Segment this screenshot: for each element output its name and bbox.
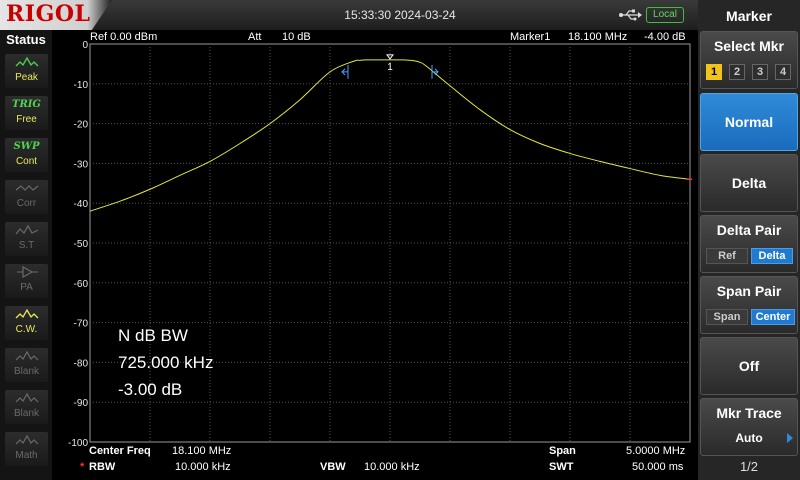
rbw-label: RBW <box>89 461 116 473</box>
swp-symbol: SWP <box>13 141 40 152</box>
y-tick-label: -50 <box>74 239 89 250</box>
span-value: 5.0000 MHz <box>626 445 686 457</box>
delta-pair-label: Delta Pair <box>716 222 782 238</box>
delta-pair-button[interactable]: Delta Pair Ref Delta <box>700 215 798 273</box>
marker-3-option[interactable]: 3 <box>752 64 768 80</box>
triangle-right-icon <box>787 433 793 443</box>
peak-icon <box>5 54 48 72</box>
plot-footer: Center Freq 18.100 MHz Span 5.0000 MHz *… <box>60 443 698 480</box>
st-icon <box>5 222 48 240</box>
swt-label: SWT <box>549 461 574 473</box>
brand-logo: RIGOL <box>0 0 112 30</box>
select-mkr-label: Select Mkr <box>713 38 785 54</box>
marker-2-option[interactable]: 2 <box>729 64 745 80</box>
ndb-title: N dB BW <box>118 326 188 345</box>
status-corr-label: Corr <box>16 198 37 209</box>
mkr-trace-label: Mkr Trace <box>716 405 782 421</box>
status-cw[interactable]: C.W. <box>5 306 48 340</box>
swt-value: 50.000 ms <box>632 461 684 473</box>
rbw-manual-indicator: * <box>80 461 85 473</box>
status-blank-1-label: Blank <box>13 366 39 377</box>
status-st-label: S.T <box>18 240 35 251</box>
vbw-label: VBW <box>320 461 346 473</box>
select-mkr-button[interactable]: Select Mkr 1 2 3 4 <box>700 31 798 89</box>
ndb-bandwidth-value: 725.000 kHz <box>118 353 214 372</box>
normal-label: Normal <box>724 114 774 130</box>
delta-label: Delta <box>731 175 767 191</box>
menu-page-indicator: 1/2 <box>739 459 759 474</box>
status-title: Status <box>6 32 46 47</box>
status-peak-label: Peak <box>15 72 38 83</box>
date-time: 15:33:30 2024-03-24 <box>344 8 456 22</box>
span-pair-span-option[interactable]: Span <box>706 309 748 325</box>
span-pair-button[interactable]: Span Pair Span Center <box>700 276 798 334</box>
y-tick-label: 0 <box>82 40 88 51</box>
status-swp[interactable]: SWP Cont <box>5 138 48 172</box>
normal-button[interactable]: Normal <box>700 93 798 151</box>
center-freq-value: 18.100 MHz <box>172 445 232 457</box>
ndb-level-value: -3.00 dB <box>118 380 183 399</box>
status-math-label: Math <box>15 450 38 461</box>
y-tick-label: -70 <box>74 319 89 330</box>
status-cw-label: C.W. <box>15 324 38 335</box>
local-status-badge: Local <box>646 7 684 23</box>
status-panel: Status Peak TRIG Free SWP Cont Corr S.T … <box>0 30 52 480</box>
span-pair-center-option[interactable]: Center <box>751 309 795 325</box>
status-st[interactable]: S.T <box>5 222 48 256</box>
delta-pair-ref-option[interactable]: Ref <box>706 248 748 264</box>
span-label: Span <box>549 445 576 457</box>
pa-icon <box>5 264 48 282</box>
y-tick-label: -10 <box>74 80 89 91</box>
status-trig-label: Free <box>16 114 37 125</box>
rbw-value: 10.000 kHz <box>175 461 231 473</box>
y-tick-label: -20 <box>74 120 89 131</box>
corr-icon <box>5 180 48 198</box>
status-blank-1[interactable]: Blank <box>5 348 48 382</box>
cw-icon <box>5 306 48 324</box>
delta-button[interactable]: Delta <box>700 154 798 212</box>
status-blank-2[interactable]: Blank <box>5 390 48 424</box>
menu-title: Marker <box>726 8 772 24</box>
status-blank-2-label: Blank <box>13 408 39 419</box>
status-corr[interactable]: Corr <box>5 180 48 214</box>
blank-icon <box>5 348 48 366</box>
status-swp-label: Cont <box>15 156 38 167</box>
y-tick-label: -30 <box>74 159 89 170</box>
status-trig[interactable]: TRIG Free <box>5 96 48 130</box>
y-tick-label: -40 <box>74 199 89 210</box>
status-peak[interactable]: Peak <box>5 54 48 88</box>
off-button[interactable]: Off <box>700 337 798 395</box>
vbw-value: 10.000 kHz <box>364 461 420 473</box>
status-pa[interactable]: PA <box>5 264 48 298</box>
status-pa-label: PA <box>20 282 33 293</box>
status-math[interactable]: Math <box>5 432 48 466</box>
marker-1-option[interactable]: 1 <box>706 64 722 80</box>
mkr-trace-value: Auto <box>735 431 763 445</box>
center-freq-label: Center Freq <box>89 445 151 457</box>
y-tick-label: -90 <box>74 398 89 409</box>
marker-4-option[interactable]: 4 <box>775 64 791 80</box>
math-icon <box>5 432 48 450</box>
marker-menu: Marker Select Mkr 1 2 3 4 Normal Delta D… <box>698 0 800 480</box>
ndb-bandwidth-readout: N dB BW 725.000 kHz -3.00 dB <box>118 322 213 403</box>
brand-logo-text: RIGOL <box>6 1 91 27</box>
span-pair-label: Span Pair <box>716 283 782 299</box>
marker-1-label: 1 <box>387 62 393 73</box>
trig-symbol: TRIG <box>12 99 41 110</box>
y-tick-label: -80 <box>74 358 89 369</box>
delta-pair-delta-option[interactable]: Delta <box>751 248 793 264</box>
y-axis-ticks: 0-10-20-30-40-50-60-70-80-90-100 <box>68 40 88 449</box>
mkr-trace-button[interactable]: Mkr Trace Auto <box>700 398 798 456</box>
y-tick-label: -60 <box>74 279 89 290</box>
top-bar: RIGOL 15:33:30 2024-03-24 Local <box>0 0 800 30</box>
usb-icon <box>619 9 642 21</box>
blank-icon <box>5 390 48 408</box>
off-label: Off <box>738 358 760 374</box>
